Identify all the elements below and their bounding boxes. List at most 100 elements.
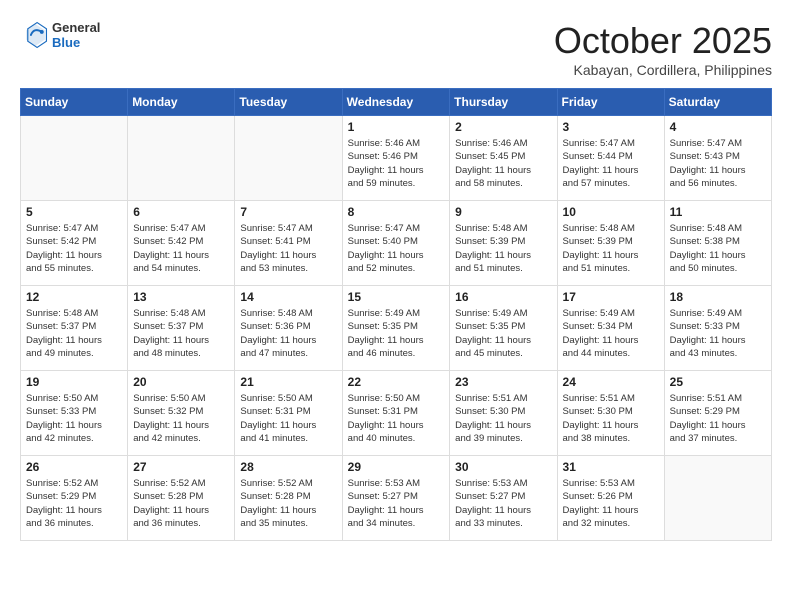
day-info: Sunrise: 5:48 AM Sunset: 5:37 PM Dayligh… bbox=[26, 307, 122, 360]
day-number: 23 bbox=[455, 375, 551, 389]
calendar-cell: 29 Sunrise: 5:53 AM Sunset: 5:27 PM Dayli… bbox=[342, 456, 450, 541]
day-info: Sunrise: 5:48 AM Sunset: 5:37 PM Dayligh… bbox=[133, 307, 229, 360]
day-info: Sunrise: 5:47 AM Sunset: 5:42 PM Dayligh… bbox=[133, 222, 229, 275]
day-number: 4 bbox=[670, 120, 766, 134]
calendar-cell: 20Sunrise: 5:50 AM Sunset: 5:32 PM Dayli… bbox=[128, 371, 235, 456]
day-info: Sunrise: 5:53 AM Sunset: 5:27 PM Dayligh… bbox=[348, 477, 445, 530]
calendar-cell: 30 Sunrise: 5:53 AM Sunset: 5:27 PM Dayli… bbox=[450, 456, 557, 541]
day-number: 7 bbox=[240, 205, 336, 219]
logo-text: General Blue bbox=[52, 20, 100, 50]
day-info: Sunrise: 5:46 AM Sunset: 5:46 PM Dayligh… bbox=[348, 137, 445, 190]
day-info: Sunrise: 5:52 AM Sunset: 5:29 PM Dayligh… bbox=[26, 477, 122, 530]
calendar-cell: 24 Sunrise: 5:51 AM Sunset: 5:30 PM Dayli… bbox=[557, 371, 664, 456]
day-info: Sunrise: 5:48 AM Sunset: 5:39 PM Dayligh… bbox=[455, 222, 551, 275]
day-info: Sunrise: 5:51 AM Sunset: 5:30 PM Dayligh… bbox=[563, 392, 659, 445]
day-number: 14 bbox=[240, 290, 336, 304]
day-info: Sunrise: 5:47 AM Sunset: 5:44 PM Dayligh… bbox=[563, 137, 659, 190]
logo-general-text: General bbox=[52, 20, 100, 35]
day-number: 19 bbox=[26, 375, 122, 389]
calendar-cell: 1 Sunrise: 5:46 AM Sunset: 5:46 PM Daylig… bbox=[342, 116, 450, 201]
page-header: General Blue October 2025 Kabayan, Cordi… bbox=[20, 20, 772, 78]
weekday-header: Saturday bbox=[664, 89, 771, 116]
day-number: 22 bbox=[348, 375, 445, 389]
location: Kabayan, Cordillera, Philippines bbox=[554, 62, 772, 78]
calendar-cell: 15 Sunrise: 5:49 AM Sunset: 5:35 PM Dayli… bbox=[342, 286, 450, 371]
calendar-cell: 16Sunrise: 5:49 AM Sunset: 5:35 PM Dayli… bbox=[450, 286, 557, 371]
day-info: Sunrise: 5:47 AM Sunset: 5:42 PM Dayligh… bbox=[26, 222, 122, 275]
weekday-header: Monday bbox=[128, 89, 235, 116]
calendar-cell: 10Sunrise: 5:48 AM Sunset: 5:39 PM Dayli… bbox=[557, 201, 664, 286]
calendar-cell: 19Sunrise: 5:50 AM Sunset: 5:33 PM Dayli… bbox=[21, 371, 128, 456]
calendar-cell: 12 Sunrise: 5:48 AM Sunset: 5:37 PM Dayli… bbox=[21, 286, 128, 371]
day-info: Sunrise: 5:48 AM Sunset: 5:39 PM Dayligh… bbox=[563, 222, 659, 275]
day-number: 5 bbox=[26, 205, 122, 219]
calendar-header-row: SundayMondayTuesdayWednesdayThursdayFrid… bbox=[21, 89, 772, 116]
calendar-cell: 25 Sunrise: 5:51 AM Sunset: 5:29 PM Dayli… bbox=[664, 371, 771, 456]
day-number: 27 bbox=[133, 460, 229, 474]
calendar-table: SundayMondayTuesdayWednesdayThursdayFrid… bbox=[20, 88, 772, 541]
calendar-cell: 28 Sunrise: 5:52 AM Sunset: 5:28 PM Dayli… bbox=[235, 456, 342, 541]
day-info: Sunrise: 5:51 AM Sunset: 5:29 PM Dayligh… bbox=[670, 392, 766, 445]
weekday-header: Friday bbox=[557, 89, 664, 116]
logo-icon bbox=[20, 21, 48, 49]
day-number: 31 bbox=[563, 460, 659, 474]
day-info: Sunrise: 5:48 AM Sunset: 5:36 PM Dayligh… bbox=[240, 307, 336, 360]
calendar-cell: 9Sunrise: 5:48 AM Sunset: 5:39 PM Daylig… bbox=[450, 201, 557, 286]
calendar-week-row: 1 Sunrise: 5:46 AM Sunset: 5:46 PM Daylig… bbox=[21, 116, 772, 201]
day-info: Sunrise: 5:53 AM Sunset: 5:27 PM Dayligh… bbox=[455, 477, 551, 530]
calendar-week-row: 19Sunrise: 5:50 AM Sunset: 5:33 PM Dayli… bbox=[21, 371, 772, 456]
calendar-cell: 26 Sunrise: 5:52 AM Sunset: 5:29 PM Dayli… bbox=[21, 456, 128, 541]
month-title: October 2025 bbox=[554, 20, 772, 62]
calendar-cell: 22Sunrise: 5:50 AM Sunset: 5:31 PM Dayli… bbox=[342, 371, 450, 456]
day-info: Sunrise: 5:53 AM Sunset: 5:26 PM Dayligh… bbox=[563, 477, 659, 530]
calendar-cell: 21 Sunrise: 5:50 AM Sunset: 5:31 PM Dayli… bbox=[235, 371, 342, 456]
day-number: 20 bbox=[133, 375, 229, 389]
calendar-cell: 7 Sunrise: 5:47 AM Sunset: 5:41 PM Daylig… bbox=[235, 201, 342, 286]
calendar-cell: 13 Sunrise: 5:48 AM Sunset: 5:37 PM Dayli… bbox=[128, 286, 235, 371]
day-number: 15 bbox=[348, 290, 445, 304]
day-number: 28 bbox=[240, 460, 336, 474]
day-number: 6 bbox=[133, 205, 229, 219]
calendar-cell bbox=[235, 116, 342, 201]
day-info: Sunrise: 5:50 AM Sunset: 5:31 PM Dayligh… bbox=[240, 392, 336, 445]
day-number: 13 bbox=[133, 290, 229, 304]
day-info: Sunrise: 5:49 AM Sunset: 5:34 PM Dayligh… bbox=[563, 307, 659, 360]
day-number: 25 bbox=[670, 375, 766, 389]
day-number: 1 bbox=[348, 120, 445, 134]
calendar-cell: 8Sunrise: 5:47 AM Sunset: 5:40 PM Daylig… bbox=[342, 201, 450, 286]
day-number: 24 bbox=[563, 375, 659, 389]
calendar-cell: 17Sunrise: 5:49 AM Sunset: 5:34 PM Dayli… bbox=[557, 286, 664, 371]
day-number: 11 bbox=[670, 205, 766, 219]
weekday-header: Wednesday bbox=[342, 89, 450, 116]
calendar-cell: 31 Sunrise: 5:53 AM Sunset: 5:26 PM Dayli… bbox=[557, 456, 664, 541]
day-info: Sunrise: 5:52 AM Sunset: 5:28 PM Dayligh… bbox=[240, 477, 336, 530]
calendar-cell: 27 Sunrise: 5:52 AM Sunset: 5:28 PM Dayli… bbox=[128, 456, 235, 541]
day-info: Sunrise: 5:46 AM Sunset: 5:45 PM Dayligh… bbox=[455, 137, 551, 190]
calendar-cell: 2Sunrise: 5:46 AM Sunset: 5:45 PM Daylig… bbox=[450, 116, 557, 201]
day-info: Sunrise: 5:51 AM Sunset: 5:30 PM Dayligh… bbox=[455, 392, 551, 445]
day-info: Sunrise: 5:49 AM Sunset: 5:35 PM Dayligh… bbox=[348, 307, 445, 360]
logo: General Blue bbox=[20, 20, 100, 50]
day-number: 26 bbox=[26, 460, 122, 474]
day-number: 29 bbox=[348, 460, 445, 474]
day-info: Sunrise: 5:52 AM Sunset: 5:28 PM Dayligh… bbox=[133, 477, 229, 530]
calendar-cell bbox=[664, 456, 771, 541]
day-info: Sunrise: 5:47 AM Sunset: 5:41 PM Dayligh… bbox=[240, 222, 336, 275]
calendar-cell: 23 Sunrise: 5:51 AM Sunset: 5:30 PM Dayli… bbox=[450, 371, 557, 456]
weekday-header: Thursday bbox=[450, 89, 557, 116]
calendar-cell: 11 Sunrise: 5:48 AM Sunset: 5:38 PM Dayli… bbox=[664, 201, 771, 286]
calendar-cell: 3 Sunrise: 5:47 AM Sunset: 5:44 PM Daylig… bbox=[557, 116, 664, 201]
calendar-week-row: 12 Sunrise: 5:48 AM Sunset: 5:37 PM Dayli… bbox=[21, 286, 772, 371]
calendar-week-row: 26 Sunrise: 5:52 AM Sunset: 5:29 PM Dayli… bbox=[21, 456, 772, 541]
day-info: Sunrise: 5:49 AM Sunset: 5:33 PM Dayligh… bbox=[670, 307, 766, 360]
calendar-cell: 14 Sunrise: 5:48 AM Sunset: 5:36 PM Dayli… bbox=[235, 286, 342, 371]
day-number: 8 bbox=[348, 205, 445, 219]
day-number: 18 bbox=[670, 290, 766, 304]
day-number: 21 bbox=[240, 375, 336, 389]
day-info: Sunrise: 5:48 AM Sunset: 5:38 PM Dayligh… bbox=[670, 222, 766, 275]
calendar-cell: 5 Sunrise: 5:47 AM Sunset: 5:42 PM Daylig… bbox=[21, 201, 128, 286]
day-number: 3 bbox=[563, 120, 659, 134]
calendar-week-row: 5 Sunrise: 5:47 AM Sunset: 5:42 PM Daylig… bbox=[21, 201, 772, 286]
day-number: 30 bbox=[455, 460, 551, 474]
day-number: 12 bbox=[26, 290, 122, 304]
